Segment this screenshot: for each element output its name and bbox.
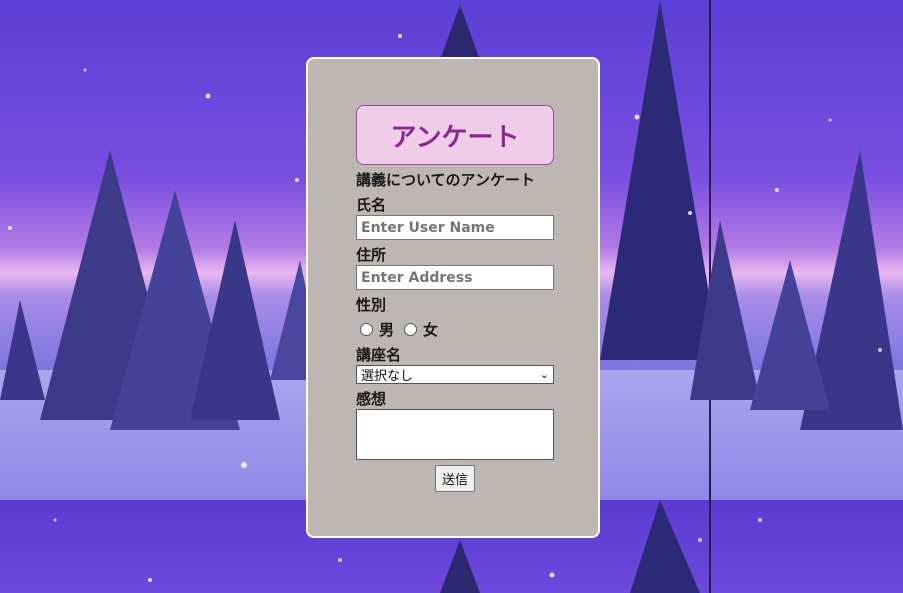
impression-label: 感想 (356, 390, 387, 408)
gender-radio-female[interactable] (404, 323, 418, 336)
gender-option-male-label: 男 (379, 321, 395, 339)
chevron-down-icon: ⌄ (539, 368, 549, 381)
gender-option-female-label: 女 (423, 321, 439, 339)
course-selected-value: 選択なし (361, 369, 414, 384)
gender-radio-male[interactable] (360, 323, 373, 336)
course-label: 講座名 (356, 346, 402, 364)
impression-textarea[interactable] (356, 409, 554, 460)
submit-wrap: 送信 (356, 465, 554, 492)
survey-heading: アンケート (356, 105, 554, 165)
survey-form: アンケート 講義についてのアンケート 氏名 住所 性別 男 女 講座名 選択なし… (356, 105, 554, 492)
survey-heading-text: アンケート (390, 122, 520, 153)
gender-label: 性別 (356, 296, 387, 314)
survey-subtitle: 講義についてのアンケート (356, 171, 535, 189)
survey-card: アンケート 講義についてのアンケート 氏名 住所 性別 男 女 講座名 選択なし… (306, 57, 600, 538)
course-select[interactable]: 選択なし ⌄ (356, 365, 554, 384)
address-label: 住所 (356, 246, 387, 264)
name-input[interactable] (356, 215, 554, 240)
submit-button[interactable]: 送信 (434, 465, 475, 492)
address-input[interactable] (356, 265, 554, 290)
name-label: 氏名 (356, 196, 387, 214)
gender-radio-group: 男 女 (356, 319, 554, 340)
